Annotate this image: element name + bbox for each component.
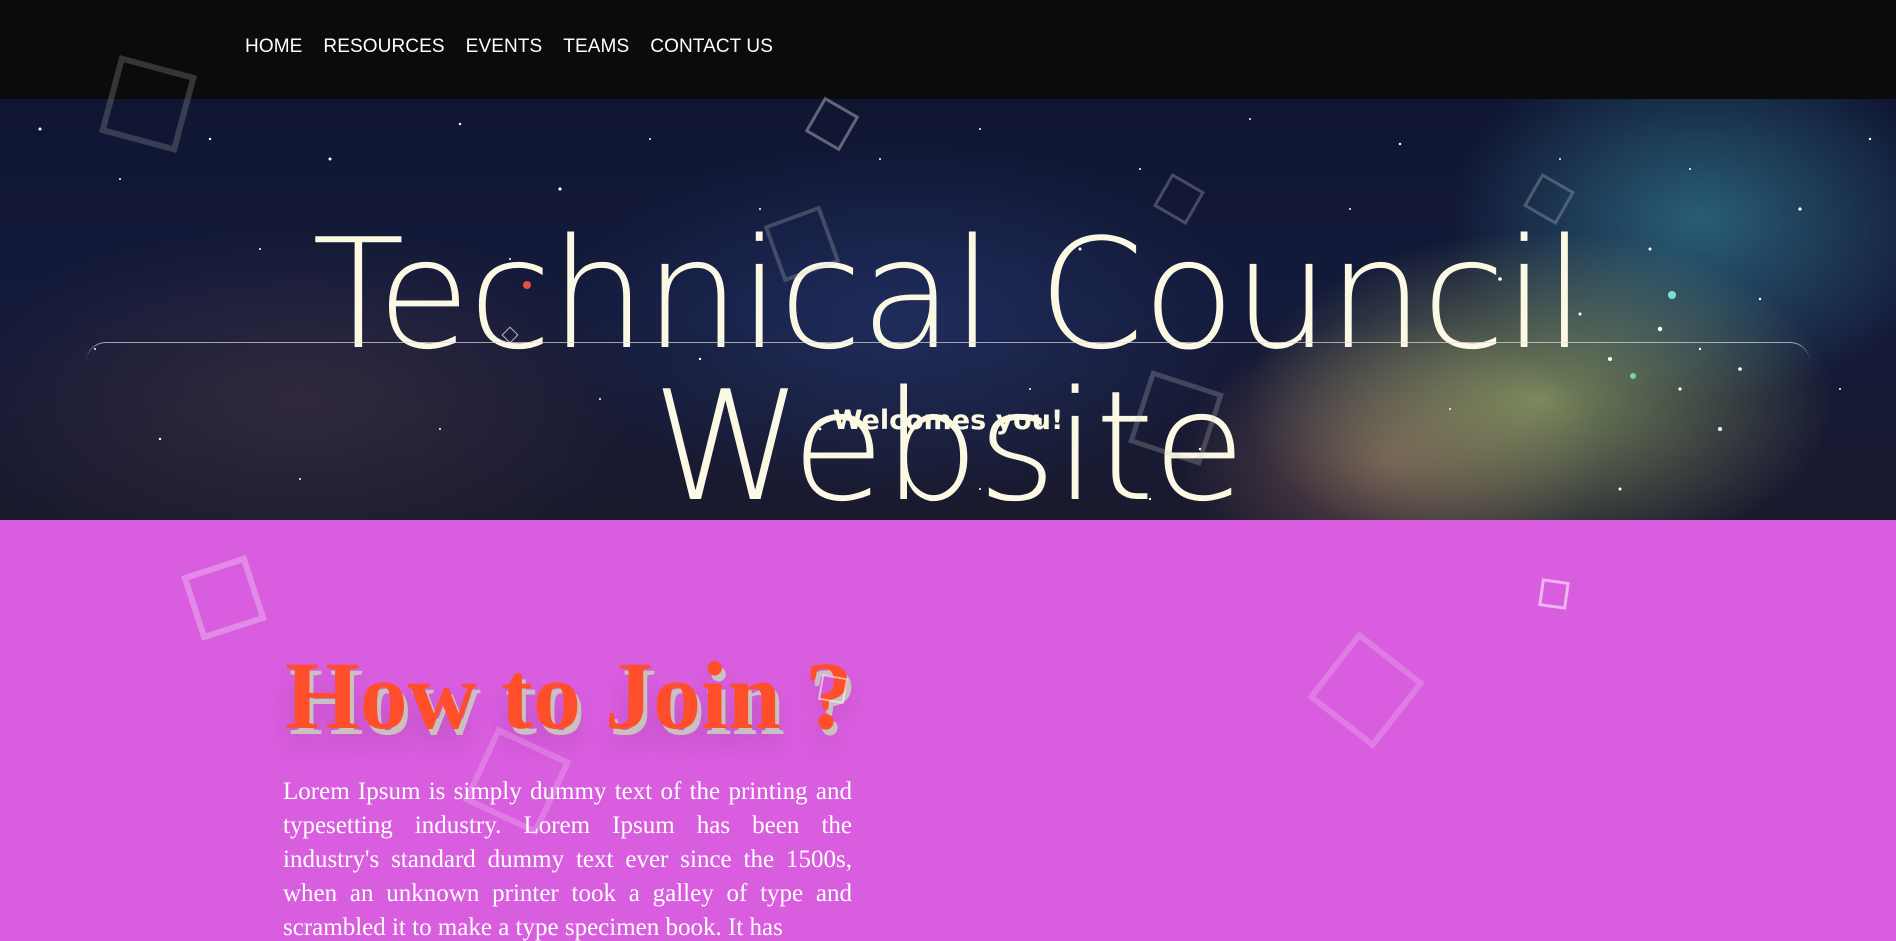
nav-link-teams[interactable]: TEAMS: [563, 36, 629, 58]
top-navbar: HOME RESOURCES EVENTS TEAMS CONTACT US: [0, 0, 1896, 99]
nav-link-events[interactable]: EVENTS: [466, 36, 543, 58]
hero-banner: Technical Council Website Welcomes you!: [0, 99, 1896, 520]
nav-menu: HOME RESOURCES EVENTS TEAMS CONTACT US: [245, 36, 773, 58]
how-to-join-text: Lorem Ipsum is simply dummy text of the …: [283, 778, 852, 941]
how-to-join-heading: How to Join ?: [285, 642, 854, 749]
nav-link-contact-us[interactable]: CONTACT US: [650, 36, 773, 58]
how-to-join-section: How to Join ? Lorem Ipsum is simply dumm…: [0, 520, 1896, 941]
nav-link-resources[interactable]: RESOURCES: [323, 36, 444, 58]
welcome-subtitle: Welcomes you!: [832, 405, 1064, 436]
title-divider: [86, 342, 1810, 372]
nav-link-home[interactable]: HOME: [245, 36, 302, 58]
